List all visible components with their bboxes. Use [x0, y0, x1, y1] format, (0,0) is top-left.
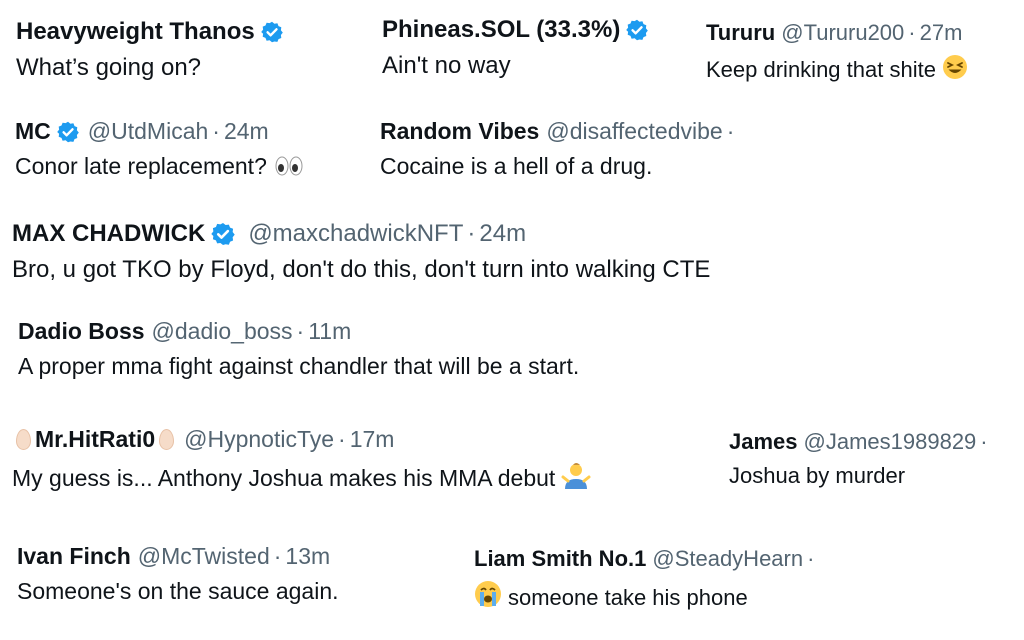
reply-card[interactable]: Liam Smith No.1 @SteadyHearn · someone t…: [474, 546, 818, 614]
reply-text: someone take his phone: [474, 580, 818, 614]
reply-header: Heavyweight Thanos: [16, 18, 286, 46]
user-handle[interactable]: @HypnoticTye: [184, 426, 334, 453]
display-name[interactable]: Liam Smith No.1: [474, 546, 646, 572]
reply-text: Someone's on the sauce again.: [17, 578, 339, 604]
reply-text: What’s going on?: [16, 54, 202, 81]
reply-card[interactable]: Heavyweight Thanos What’s going on?: [16, 18, 286, 82]
reply-header: MC @UtdMicah · 24m: [15, 118, 305, 145]
reply-card[interactable]: MC @UtdMicah · 24m Conor late replacemen…: [15, 118, 305, 183]
separator-dot: ·: [908, 20, 916, 45]
reply-text: Bro, u got TKO by Floyd, don't do this, …: [12, 256, 711, 283]
egg-emoji-icon: [159, 429, 175, 450]
timestamp[interactable]: 24m: [479, 220, 526, 248]
reply-card[interactable]: MAX CHADWICK @maxchadwickNFT · 24m Bro, …: [12, 220, 710, 284]
display-name[interactable]: MAX CHADWICK: [12, 220, 205, 248]
timestamp[interactable]: 27m: [920, 20, 963, 46]
timestamp[interactable]: 11m: [308, 318, 351, 345]
reply-header: James @James1989829 ·: [729, 429, 992, 455]
display-name[interactable]: Random Vibes: [380, 118, 539, 145]
user-handle[interactable]: @UtdMicah: [88, 118, 209, 145]
reply-card[interactable]: Mr.HitRati0 @HypnoticTye · 17m My guess …: [12, 426, 591, 495]
egg-emoji-icon: [16, 429, 31, 450]
eyes-icon: [273, 155, 305, 183]
user-handle[interactable]: @dadio_boss: [152, 318, 293, 345]
reply-text-content: Keep drinking that shite: [706, 57, 936, 82]
reply-header: Phineas.SOL (33.3%): [382, 16, 651, 44]
display-name[interactable]: Mr.HitRati0: [35, 426, 155, 453]
reply-text: Keep drinking that shite: [706, 54, 968, 86]
user-handle[interactable]: @McTwisted: [138, 543, 270, 570]
timestamp[interactable]: 13m: [285, 543, 330, 570]
reply-header: Dadio Boss @dadio_boss · 11m: [18, 318, 579, 345]
separator-dot: ·: [212, 118, 220, 144]
verified-badge-icon: [625, 18, 649, 42]
reply-card[interactable]: James @James1989829 · Joshua by murder: [729, 429, 992, 489]
reply-header: Ivan Finch @McTwisted · 13m: [17, 543, 339, 570]
reply-text: Conor late replacement?: [15, 153, 305, 183]
laughing-face-icon: [942, 54, 968, 86]
reply-text: Joshua by murder: [729, 463, 906, 488]
reply-text: Ain't no way: [382, 52, 511, 79]
reply-card[interactable]: Random Vibes @disaffectedvibe · Cocaine …: [380, 118, 738, 180]
reply-header: Mr.HitRati0 @HypnoticTye · 17m: [12, 426, 591, 453]
user-handle[interactable]: @disaffectedvibe: [546, 118, 722, 145]
crying-face-icon: [474, 580, 502, 614]
timestamp[interactable]: 17m: [350, 426, 395, 453]
separator-dot: ·: [273, 543, 282, 569]
reply-text: My guess is... Anthony Joshua makes his …: [12, 461, 591, 495]
user-handle[interactable]: @SteadyHearn: [652, 546, 803, 572]
display-name[interactable]: Tururu: [706, 20, 775, 46]
reply-card[interactable]: Tururu @Tururu200 · 27m Keep drinking th…: [706, 20, 968, 86]
verified-badge-icon: [260, 20, 284, 44]
reply-header: Tururu @Tururu200 · 27m: [706, 20, 968, 46]
reply-header: Random Vibes @disaffectedvibe ·: [380, 118, 738, 145]
man-shrugging-icon: [561, 461, 591, 495]
timestamp[interactable]: 24m: [224, 118, 269, 145]
user-handle[interactable]: @James1989829: [804, 429, 977, 455]
verified-badge-icon: [56, 120, 80, 144]
display-name[interactable]: Ivan Finch: [17, 543, 131, 570]
reply-text: Cocaine is a hell of a drug.: [380, 153, 653, 179]
verified-badge-icon: [210, 221, 236, 247]
separator-dot: ·: [980, 429, 988, 454]
separator-dot: ·: [467, 220, 476, 247]
display-name[interactable]: Phineas.SOL (33.3%): [382, 16, 620, 44]
reply-text-content: someone take his phone: [508, 585, 748, 610]
reply-text-content: Conor late replacement?: [15, 153, 267, 179]
display-name[interactable]: Heavyweight Thanos: [16, 18, 255, 46]
reply-card[interactable]: Dadio Boss @dadio_boss · 11m A proper mm…: [18, 318, 579, 380]
reply-text-content: My guess is... Anthony Joshua makes his …: [12, 465, 556, 491]
separator-dot: ·: [338, 426, 346, 452]
reply-header: MAX CHADWICK @maxchadwickNFT · 24m: [12, 220, 710, 248]
reply-card[interactable]: Phineas.SOL (33.3%) Ain't no way: [382, 16, 651, 80]
display-name[interactable]: James: [729, 429, 798, 455]
reply-card[interactable]: Ivan Finch @McTwisted · 13m Someone's on…: [17, 543, 339, 605]
user-handle[interactable]: @Tururu200: [781, 20, 904, 46]
reply-header: Liam Smith No.1 @SteadyHearn ·: [474, 546, 818, 572]
separator-dot: ·: [807, 546, 815, 571]
user-handle[interactable]: @maxchadwickNFT: [248, 220, 463, 248]
reply-text: A proper mma fight against chandler that…: [18, 353, 580, 379]
separator-dot: ·: [726, 118, 735, 144]
separator-dot: ·: [296, 318, 305, 344]
display-name[interactable]: MC: [15, 118, 51, 145]
display-name[interactable]: Dadio Boss: [18, 318, 145, 345]
